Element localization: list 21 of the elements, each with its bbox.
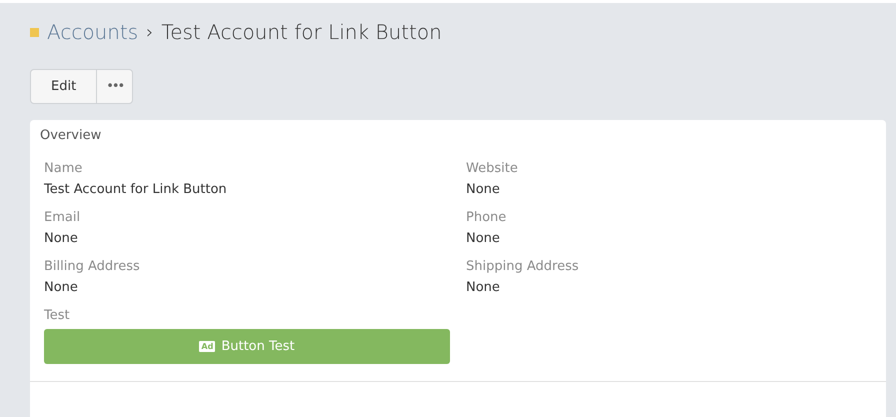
page-title: Test Account for Link Button bbox=[161, 20, 442, 44]
field-label: Name bbox=[44, 161, 84, 176]
ad-badge: Ad bbox=[199, 341, 216, 352]
field-label: Email bbox=[44, 210, 82, 225]
field-value: None bbox=[466, 280, 501, 295]
field-value: None bbox=[466, 231, 501, 246]
breadcrumb-marker-icon bbox=[30, 28, 39, 36]
field-label: Billing Address bbox=[44, 259, 141, 274]
card-title: Overview bbox=[39, 127, 102, 145]
field-value: None bbox=[466, 182, 501, 197]
field-label: Test bbox=[44, 308, 71, 323]
field-value: None bbox=[44, 231, 79, 246]
more-button[interactable]: ••• bbox=[96, 69, 134, 104]
field-label: Phone bbox=[466, 210, 508, 225]
breadcrumb-separator: › bbox=[146, 22, 154, 42]
breadcrumb-link[interactable]: Accounts bbox=[47, 20, 138, 44]
field-label: Shipping Address bbox=[466, 259, 580, 274]
edit-button[interactable]: Edit bbox=[30, 69, 98, 104]
field-value: None bbox=[44, 280, 79, 295]
field-label: Website bbox=[466, 161, 519, 176]
field-value: Test Account for Link Button bbox=[44, 182, 228, 197]
